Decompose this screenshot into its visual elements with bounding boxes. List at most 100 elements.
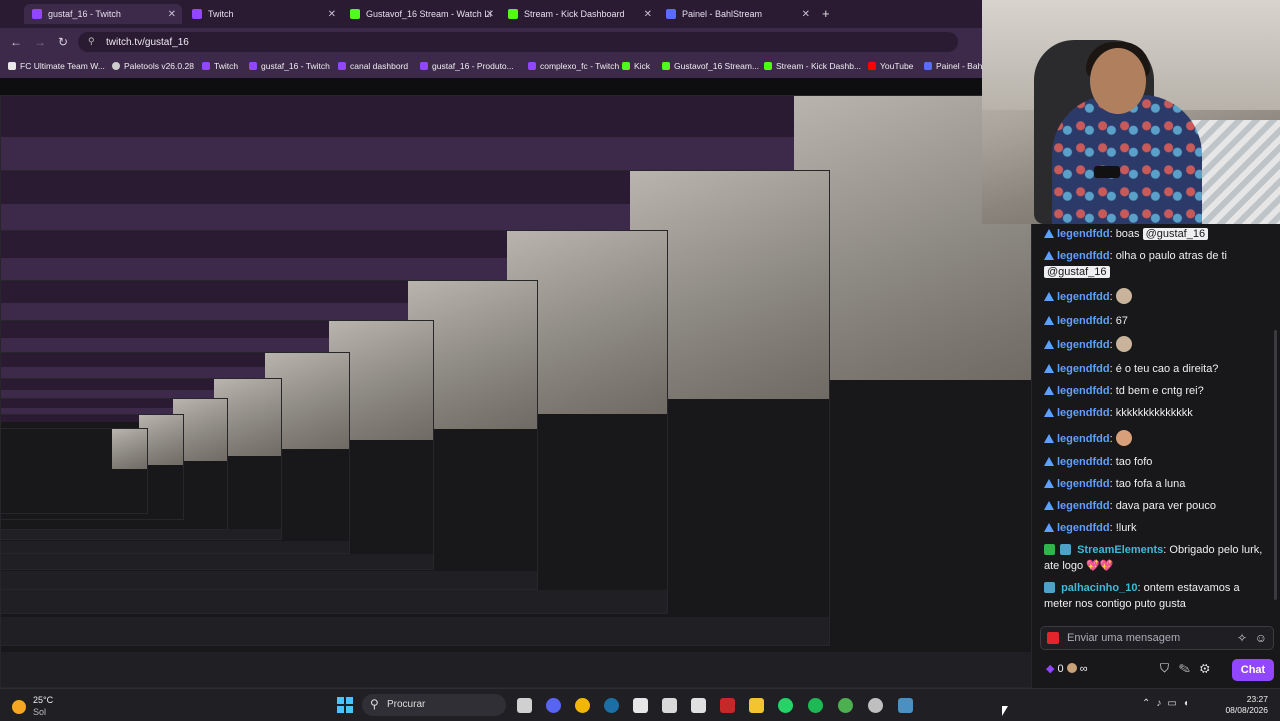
chat-scrollbar[interactable] [1274, 330, 1277, 600]
app-icon[interactable] [898, 698, 913, 713]
discord-icon[interactable] [546, 698, 561, 713]
chat-username[interactable]: legendfdd [1057, 407, 1110, 419]
chat-username[interactable]: legendfdd [1057, 250, 1110, 262]
microphone-icon[interactable]: ♪ [1156, 698, 1167, 709]
whatsapp-icon[interactable] [778, 698, 793, 713]
record-icon[interactable] [1047, 632, 1059, 644]
bookmark-fc-ultimate-team[interactable]: FC Ultimate Team W... [8, 61, 105, 71]
kick-icon [508, 9, 518, 19]
volume-icon[interactable]: ◖ [1183, 698, 1195, 709]
tab-twitch[interactable]: Twitch ✕ [184, 4, 342, 24]
emote-picker-icon[interactable]: ☺ [1255, 631, 1267, 645]
weather-temp: 25°C [33, 695, 54, 705]
chat-send-button[interactable]: Chat [1232, 659, 1274, 681]
chat-mention[interactable]: @gustaf_16 [1142, 228, 1209, 240]
chat-username[interactable]: legendfdd [1057, 456, 1110, 468]
chat-username[interactable]: legendfdd [1057, 478, 1110, 490]
bookmark-icon [8, 62, 16, 70]
magic-wand-icon[interactable]: ✧ [1237, 631, 1247, 645]
chrome-icon[interactable] [575, 698, 590, 713]
close-icon[interactable]: ✕ [328, 9, 336, 20]
bookmark-gustavof-stream[interactable]: Gustavof_16 Stream... [662, 61, 759, 71]
bookmark-twitch[interactable]: Twitch [202, 61, 238, 71]
new-tab-button[interactable]: + [822, 6, 830, 21]
forward-button[interactable]: → [34, 35, 46, 49]
chat-username[interactable]: palhacinho_10 [1061, 582, 1137, 594]
bookmark-gustaf-twitch[interactable]: gustaf_16 - Twitch [249, 61, 330, 71]
tab-gustaf-twitch[interactable]: gustaf_16 - Twitch ✕ [24, 4, 182, 24]
chat-input[interactable]: Enviar uma mensagem ✧ ☺ [1040, 626, 1274, 650]
chat-username[interactable]: legendfdd [1057, 500, 1110, 512]
bookmark-kick[interactable]: Kick [622, 61, 650, 71]
mirror-chat [346, 440, 433, 555]
chat-username[interactable]: legendfdd [1057, 228, 1110, 240]
chrome-profile-icon[interactable] [838, 698, 853, 713]
triangle-badge-icon [1044, 479, 1054, 488]
chat-username[interactable]: legendfdd [1057, 291, 1110, 303]
twitch-icon [32, 9, 42, 19]
close-icon[interactable]: ✕ [802, 9, 810, 20]
obs-icon[interactable] [720, 698, 735, 713]
chat-tools: ⛉✎⚙ [1160, 661, 1220, 676]
mirror-taskbar [1, 651, 1031, 687]
network-icon[interactable]: ▭ [1167, 698, 1182, 709]
youtube-icon [868, 62, 876, 70]
bookmark-label: Painel - Bahl [936, 61, 985, 71]
webcam-feed [982, 0, 1280, 224]
chat-username[interactable]: legendfdd [1057, 363, 1110, 375]
epic-games-icon[interactable] [633, 698, 648, 713]
back-button[interactable]: ← [10, 35, 22, 49]
tab-kick-stream[interactable]: Gustavof_16 Stream - Watch Li ✕ [342, 4, 500, 24]
chat-username[interactable]: legendfdd [1057, 339, 1110, 351]
chat-message: legendfdd: td bem e cntg rei? [1044, 383, 1268, 399]
chat-username[interactable]: legendfdd [1057, 522, 1110, 534]
chevron-up-icon[interactable]: ⌃ [1142, 698, 1156, 709]
close-icon[interactable]: ✕ [644, 9, 652, 20]
capcut-icon[interactable] [691, 698, 706, 713]
shield-icon[interactable]: ⛉ [1160, 661, 1179, 675]
bookmark-complexo-fc[interactable]: complexo_fc - Twitch [528, 61, 619, 71]
bookmark-label: FC Ultimate Team W... [20, 61, 105, 71]
task-view-icon[interactable] [517, 698, 532, 713]
taskbar-search[interactable]: ⚲ Procurar [362, 694, 506, 716]
chat-mention[interactable]: @gustaf_16 [1044, 266, 1110, 278]
pen-icon[interactable]: ✎ [1179, 661, 1200, 675]
steam-icon[interactable] [604, 698, 619, 713]
url-field[interactable]: ⚲ twitch.tv/gustaf_16 [78, 32, 958, 52]
webcam-person [1052, 95, 1202, 224]
chat-username[interactable]: legendfdd [1057, 315, 1110, 327]
reload-button[interactable]: ↻ [58, 35, 68, 49]
kick-icon [662, 62, 670, 70]
triangle-badge-icon [1044, 408, 1054, 417]
channel-points[interactable]: ◆ 0 ∞ [1046, 662, 1088, 675]
bookmark-canal-dashbord[interactable]: canal dashbord [338, 61, 408, 71]
bookmark-label: gustaf_16 - Produto... [432, 61, 514, 71]
taskbar-clock[interactable]: 23:27 08/08/2026 [1216, 694, 1268, 716]
bookmark-painel-bahl[interactable]: Painel - Bahl [924, 61, 984, 71]
bookmark-youtube[interactable]: YouTube [868, 61, 913, 71]
chat-text: td bem e cntg rei? [1115, 385, 1204, 397]
twitch-icon [528, 62, 536, 70]
windows-start-icon[interactable] [337, 697, 353, 713]
bookmark-paletools[interactable]: Paletools v26.0.28 [112, 61, 194, 71]
site-info-icon[interactable]: ⚲ [88, 36, 95, 47]
chat-message: legendfdd: tao fofa a luna [1044, 476, 1268, 492]
tab-bahlstream[interactable]: Painel - BahlStream ✕ [658, 4, 816, 24]
bookmark-gustaf-produto[interactable]: gustaf_16 - Produto... [420, 61, 514, 71]
gear-icon[interactable]: ⚙ [1200, 661, 1220, 675]
kick-app-icon[interactable] [868, 698, 883, 713]
chat-username[interactable]: legendfdd [1057, 433, 1110, 445]
file-explorer-icon[interactable] [749, 698, 764, 713]
spotify-icon[interactable] [808, 698, 823, 713]
chat-message: legendfdd: [1044, 336, 1268, 353]
chat-text: 67 [1115, 315, 1128, 327]
close-icon[interactable]: ✕ [486, 9, 494, 20]
bookmark-kick-dashboard[interactable]: Stream - Kick Dashb... [764, 61, 861, 71]
close-icon[interactable]: ✕ [168, 9, 176, 20]
chat-text: dava para ver pouco [1115, 500, 1216, 512]
ea-icon[interactable] [662, 698, 677, 713]
tab-label: Painel - BahlStream [682, 9, 763, 19]
chat-username[interactable]: StreamElements [1077, 544, 1163, 556]
tab-kick-dashboard[interactable]: Stream - Kick Dashboard ✕ [500, 4, 658, 24]
chat-username[interactable]: legendfdd [1057, 385, 1110, 397]
